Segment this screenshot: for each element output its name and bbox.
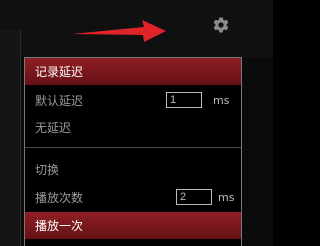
menu-item-no-delay[interactable]: 无延迟 xyxy=(25,114,241,141)
menu-item-label: 播放次数 xyxy=(35,191,84,205)
menu-item-label: 无延迟 xyxy=(35,121,72,135)
left-panel xyxy=(0,30,21,246)
default-delay-unit: ms xyxy=(213,94,230,107)
play-count-unit: ms xyxy=(218,191,235,204)
menu-item-label: 播放一次 xyxy=(35,219,84,233)
gear-icon[interactable] xyxy=(212,16,230,34)
menu-item-label: 记录延迟 xyxy=(35,65,84,79)
menu-item-default-delay[interactable]: 默认延迟 xyxy=(25,87,241,114)
menu-item-toggle[interactable]: 切换 xyxy=(25,156,241,183)
menu-separator xyxy=(25,147,241,148)
menu-item-label: 切换 xyxy=(35,163,60,177)
menu-item-record-delay[interactable]: 记录延迟 xyxy=(25,58,241,85)
red-arrow-icon xyxy=(72,20,166,42)
default-delay-input[interactable] xyxy=(166,92,202,108)
context-menu: 记录延迟 默认延迟 ms 无延迟 切换 播放次数 ms 播放一次 xyxy=(24,57,242,246)
menu-item-play-once[interactable]: 播放一次 xyxy=(25,212,241,239)
play-count-input[interactable] xyxy=(176,189,212,205)
screen: 记录延迟 默认延迟 ms 无延迟 切换 播放次数 ms 播放一次 xyxy=(0,0,273,246)
menu-item-label: 默认延迟 xyxy=(35,94,84,108)
